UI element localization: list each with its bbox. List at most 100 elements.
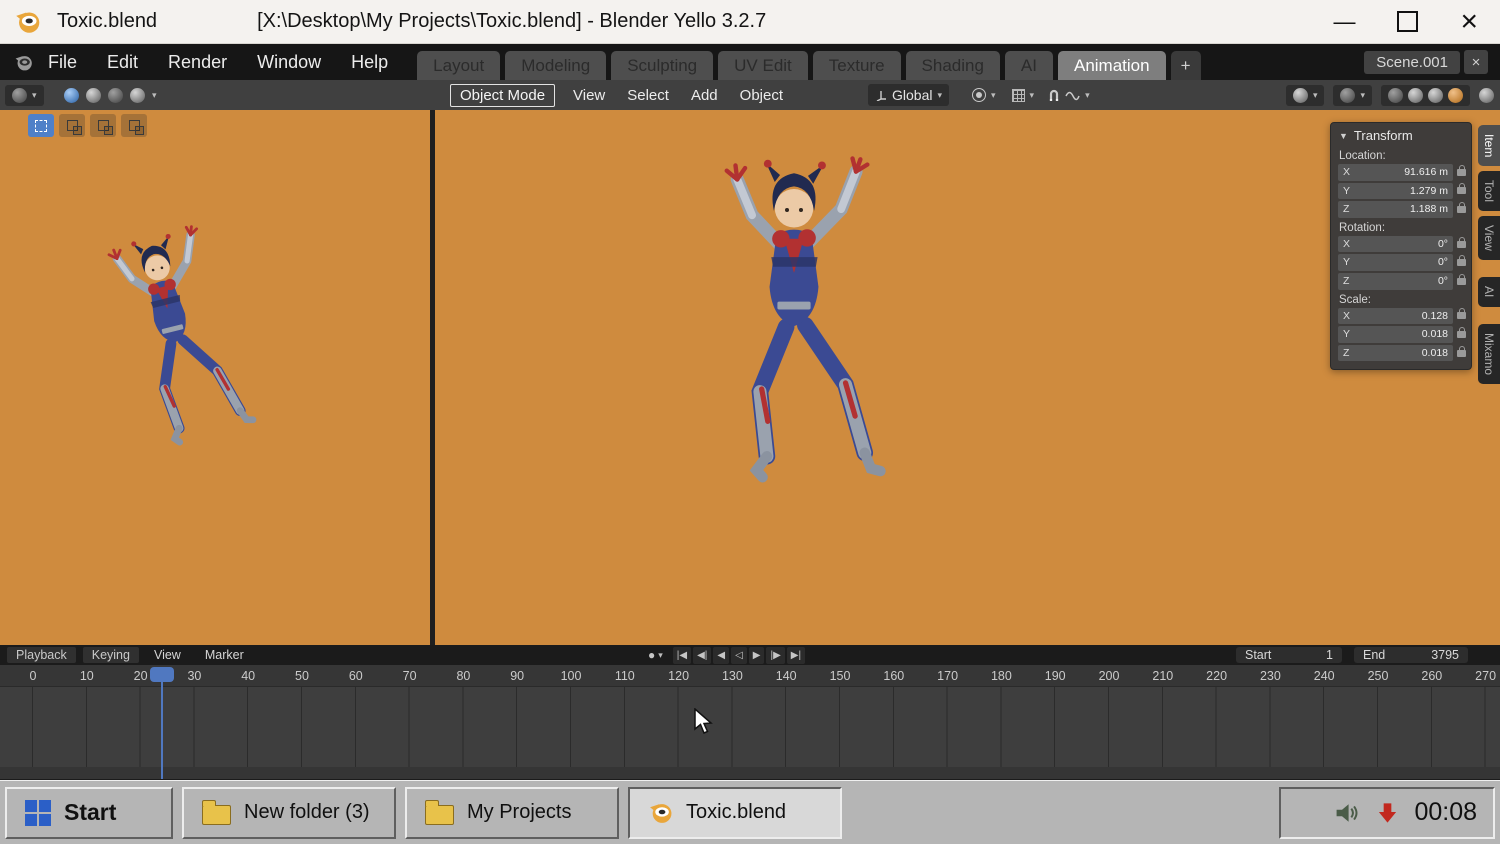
character-large[interactable] — [663, 124, 925, 544]
scale-y-field[interactable]: Y 0.018 — [1338, 326, 1453, 343]
taskbar-item-my-projects[interactable]: My Projects — [405, 787, 619, 839]
snap-magnet-icon[interactable] — [1048, 89, 1060, 102]
rotation-y-field[interactable]: Y 0° — [1338, 254, 1453, 271]
timeline-ruler[interactable]: 0102030405060708090100110120130140150160… — [0, 665, 1500, 687]
mode-icon[interactable] — [86, 88, 101, 103]
blender-menu-icon[interactable] — [14, 53, 33, 72]
sidebar-tab-ai[interactable]: AI — [1478, 277, 1500, 306]
volume-icon[interactable] — [1334, 801, 1361, 825]
scene-unlink-button[interactable]: × — [1464, 50, 1488, 74]
show-overlays-button[interactable]: ▾ — [1333, 85, 1372, 106]
sidebar-tab-item[interactable]: Item — [1478, 125, 1500, 166]
start-button[interactable]: Start — [5, 787, 173, 839]
minimize-button[interactable]: — — [1333, 11, 1355, 33]
shading-rendered-icon[interactable] — [1448, 88, 1463, 103]
keying-menu[interactable]: Keying — [83, 647, 139, 663]
select-box-tool[interactable] — [28, 114, 54, 137]
lock-icon[interactable] — [1457, 169, 1466, 176]
tab-shading[interactable]: Shading — [906, 51, 1000, 80]
frame-start-field[interactable]: Start 1 — [1236, 647, 1342, 663]
timeline-tracks[interactable] — [0, 687, 1500, 779]
editor-type-button[interactable]: ▾ — [5, 85, 44, 106]
viewport-left[interactable] — [0, 110, 430, 645]
tab-uv-edit[interactable]: UV Edit — [718, 51, 808, 80]
lock-icon[interactable] — [1457, 312, 1466, 319]
lock-icon[interactable] — [1457, 331, 1466, 338]
play-forward-button[interactable]: ▶ — [749, 647, 765, 664]
close-button[interactable]: × — [1460, 7, 1478, 37]
lock-icon[interactable] — [1457, 278, 1466, 285]
lock-icon[interactable] — [1457, 350, 1466, 357]
timeline-marker-menu[interactable]: Marker — [196, 648, 253, 662]
sidebar-tab-view[interactable]: View — [1478, 216, 1500, 260]
add-workspace-button[interactable]: + — [1171, 51, 1201, 80]
location-z-field[interactable]: Z 1.188 m — [1338, 201, 1453, 218]
tab-sculpting[interactable]: Sculpting — [611, 51, 713, 80]
mode-icon[interactable] — [130, 88, 145, 103]
location-y-field[interactable]: Y 1.279 m — [1338, 183, 1453, 200]
taskbar-item-toxic-blend[interactable]: Toxic.blend — [628, 787, 842, 839]
menu-help[interactable]: Help — [336, 52, 403, 73]
maximize-button[interactable] — [1397, 11, 1418, 32]
mode-icon-active[interactable] — [64, 88, 79, 103]
chevron-down-icon[interactable]: ▾ — [152, 91, 157, 100]
proportional-falloff-icon[interactable] — [1065, 90, 1080, 101]
timeline-view-menu[interactable]: View — [145, 648, 190, 662]
chevron-down-icon[interactable]: ▾ — [1085, 91, 1090, 100]
scale-x-field[interactable]: X 0.128 — [1338, 308, 1453, 325]
shading-wireframe-icon[interactable] — [1388, 88, 1403, 103]
lock-icon[interactable] — [1457, 206, 1466, 213]
taskbar-item-new-folder[interactable]: New folder (3) — [182, 787, 396, 839]
scene-selector[interactable]: Scene.001 — [1364, 51, 1460, 74]
render-preview-icon[interactable] — [1479, 88, 1494, 103]
pivot-point-icon[interactable] — [972, 88, 986, 102]
shading-material-icon[interactable] — [1428, 88, 1443, 103]
show-gizmo-button[interactable]: ▾ — [1286, 85, 1325, 106]
transform-orientation-dropdown[interactable]: Global ▾ — [868, 84, 949, 106]
jump-to-end-button[interactable]: ▶| — [787, 647, 805, 664]
scale-z-field[interactable]: Z 0.018 — [1338, 345, 1453, 362]
lock-icon[interactable] — [1457, 241, 1466, 248]
select-subtract-tool[interactable] — [90, 114, 116, 137]
rotation-z-field[interactable]: Z 0° — [1338, 273, 1453, 290]
snap-grid-icon[interactable] — [1012, 89, 1025, 102]
chevron-down-icon[interactable]: ▾ — [1030, 91, 1035, 100]
tab-animation[interactable]: Animation — [1058, 51, 1166, 80]
transform-panel-header[interactable]: ▼ Transform — [1331, 123, 1471, 146]
prev-frame-button[interactable]: ◀ — [713, 647, 729, 664]
sidebar-tab-tool[interactable]: Tool — [1478, 171, 1500, 211]
tab-modeling[interactable]: Modeling — [505, 51, 606, 80]
viewport-menu-view[interactable]: View — [562, 87, 616, 104]
shading-solid-icon[interactable] — [1408, 88, 1423, 103]
location-x-field[interactable]: X 91.616 m — [1338, 164, 1453, 181]
frame-end-field[interactable]: End 3795 — [1354, 647, 1468, 663]
prev-keyframe-button[interactable]: ◀| — [693, 647, 711, 664]
mode-icon[interactable] — [108, 88, 123, 103]
playhead-marker[interactable] — [150, 667, 174, 682]
chevron-down-icon[interactable]: ▾ — [991, 91, 996, 100]
select-intersect-tool[interactable] — [121, 114, 147, 137]
object-mode-dropdown[interactable]: Object Mode — [450, 84, 555, 107]
play-reverse-button[interactable]: ◁ — [731, 647, 747, 664]
down-arrow-icon[interactable] — [1376, 801, 1399, 825]
select-extend-tool[interactable] — [59, 114, 85, 137]
viewport-menu-object[interactable]: Object — [729, 87, 794, 104]
jump-to-start-button[interactable]: |◀ — [673, 647, 691, 664]
tab-texture[interactable]: Texture — [813, 51, 901, 80]
viewport-menu-add[interactable]: Add — [680, 87, 729, 104]
character-small[interactable] — [61, 192, 293, 503]
lock-icon[interactable] — [1457, 187, 1466, 194]
menu-edit[interactable]: Edit — [92, 52, 153, 73]
lock-icon[interactable] — [1457, 259, 1466, 266]
auto-keying-button[interactable]: ● ▾ — [648, 648, 663, 662]
sidebar-tab-mixamo[interactable]: Mixamo — [1478, 324, 1500, 384]
rotation-x-field[interactable]: X 0° — [1338, 236, 1453, 253]
viewport-menu-select[interactable]: Select — [616, 87, 680, 104]
menu-file[interactable]: File — [33, 52, 92, 73]
playback-menu[interactable]: Playback — [7, 647, 76, 663]
menu-render[interactable]: Render — [153, 52, 242, 73]
tab-layout[interactable]: Layout — [417, 51, 500, 80]
menu-window[interactable]: Window — [242, 52, 336, 73]
next-keyframe-button[interactable]: |▶ — [766, 647, 784, 664]
tab-ai[interactable]: AI — [1005, 51, 1053, 80]
